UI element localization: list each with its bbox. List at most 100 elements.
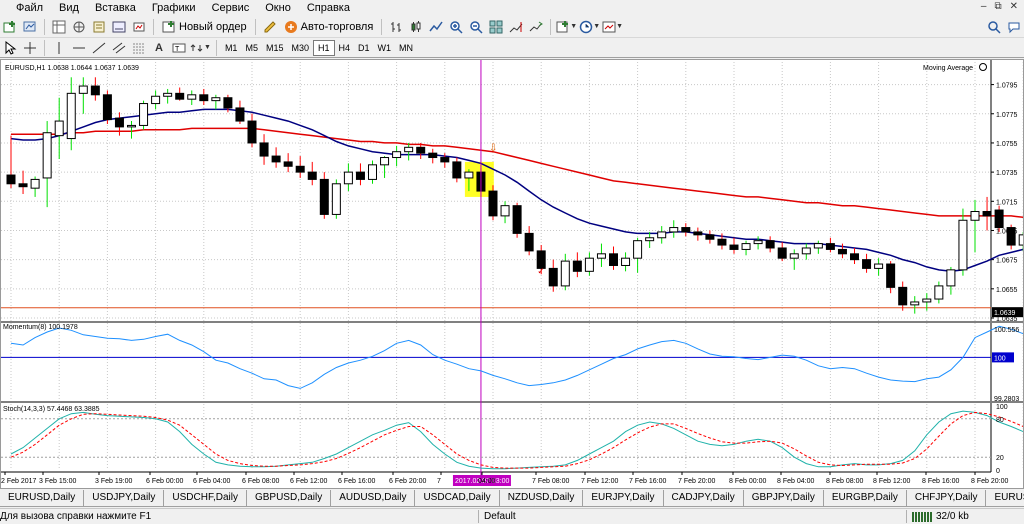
candle bbox=[355, 171, 365, 180]
search-button[interactable] bbox=[985, 18, 1003, 36]
periods-button[interactable]: ▼ bbox=[579, 18, 600, 36]
candle bbox=[500, 205, 510, 217]
community-button[interactable] bbox=[1005, 18, 1023, 36]
timeframe-mn[interactable]: MN bbox=[395, 40, 417, 56]
candle bbox=[693, 231, 703, 236]
arrows-button[interactable]: ▼ bbox=[190, 39, 211, 57]
candle bbox=[837, 248, 847, 255]
chart-tab[interactable]: GBPUSD,Daily bbox=[246, 490, 332, 507]
restore-icon[interactable]: ⧉ bbox=[994, 1, 1001, 12]
profiles-button[interactable] bbox=[21, 18, 39, 36]
auto-trading-button[interactable]: Авто-торговля bbox=[280, 18, 378, 36]
cursor-button[interactable] bbox=[1, 39, 19, 57]
zoom-out-icon bbox=[470, 20, 483, 34]
timeframe-m5[interactable]: M5 bbox=[241, 40, 262, 56]
chart-tab[interactable]: USDJPY,Daily bbox=[84, 490, 165, 507]
data-window-button[interactable] bbox=[90, 18, 108, 36]
menu-insert[interactable]: Вставка bbox=[87, 0, 144, 16]
time-axis-label: 6 Feb 08:00 bbox=[242, 478, 279, 485]
status-bar: Для вызова справки нажмите F1 Default 32… bbox=[0, 508, 1024, 524]
menu-file[interactable]: Файл bbox=[0, 0, 51, 16]
chart-tab[interactable]: USDCAD,Daily bbox=[415, 490, 500, 507]
market-watch-button[interactable] bbox=[50, 18, 68, 36]
candle bbox=[946, 269, 956, 287]
chart-tabs: EURUSD,Daily USDJPY,Daily USDCHF,Daily GBPU… bbox=[0, 490, 1024, 508]
crosshair-button[interactable] bbox=[21, 39, 39, 57]
new-order-label: Новый ордер bbox=[179, 20, 247, 33]
chart-tab[interactable]: EURGBP,Daily bbox=[823, 490, 907, 507]
connection-status-icon bbox=[912, 512, 932, 522]
chart-tab[interactable]: AUDUSD,Daily bbox=[331, 490, 416, 507]
candle bbox=[187, 94, 197, 100]
candle bbox=[609, 253, 618, 266]
navigator-icon bbox=[73, 21, 85, 32]
menu-help[interactable]: Справка bbox=[299, 0, 358, 16]
fibonacci-button[interactable] bbox=[130, 39, 148, 57]
close-icon[interactable]: ✕ bbox=[1010, 1, 1018, 12]
bar-chart-button[interactable] bbox=[387, 18, 405, 36]
chart-tab[interactable]: EURJPY,Daily bbox=[583, 490, 664, 507]
time-axis-label: 04:00 bbox=[478, 478, 496, 485]
time-axis-label: 7 Feb 08:00 bbox=[532, 478, 569, 485]
timeframe-h1[interactable]: H1 bbox=[313, 39, 335, 56]
text-label-button[interactable]: T bbox=[170, 39, 188, 57]
candle bbox=[54, 120, 64, 137]
candle bbox=[994, 209, 1004, 229]
text-icon: A bbox=[155, 41, 163, 54]
chart-tab[interactable]: CADJPY,Daily bbox=[663, 490, 744, 507]
templates-button[interactable]: ▼ bbox=[602, 18, 623, 36]
chart-tab[interactable]: EURUSD,Daily bbox=[986, 490, 1024, 507]
meta-editor-button[interactable] bbox=[261, 18, 279, 36]
chart-tab[interactable]: EURUSD,Daily bbox=[0, 490, 85, 507]
timeframe-m1[interactable]: M1 bbox=[221, 40, 242, 56]
timeframe-m30[interactable]: M30 bbox=[287, 40, 313, 56]
timeframe-d1[interactable]: D1 bbox=[354, 40, 374, 56]
strategy-tester-button[interactable] bbox=[130, 18, 148, 36]
text-button[interactable]: A bbox=[150, 39, 168, 57]
menu-tools[interactable]: Сервис bbox=[204, 0, 258, 16]
chart-tab[interactable]: NZDUSD,Daily bbox=[499, 490, 584, 507]
candle bbox=[307, 171, 317, 180]
horizontal-line-button[interactable] bbox=[70, 39, 88, 57]
vertical-line-button[interactable] bbox=[50, 39, 68, 57]
toolbar-separator bbox=[44, 39, 45, 56]
candlestick-chart-button[interactable] bbox=[407, 18, 425, 36]
candle bbox=[343, 171, 353, 185]
terminal-button[interactable] bbox=[110, 18, 128, 36]
new-chart-button[interactable] bbox=[1, 18, 19, 36]
close-icon[interactable] bbox=[979, 63, 987, 71]
new-order-button[interactable]: Новый ордер bbox=[158, 18, 251, 36]
chevron-down-icon: ▼ bbox=[570, 23, 578, 30]
chart-canvas[interactable]: 1.07951.07751.07551.07351.07151.06951.06… bbox=[1, 60, 1023, 488]
chart-window[interactable]: 1.07951.07751.07551.07351.07151.06951.06… bbox=[0, 59, 1024, 489]
time-axis-label: 7 Feb 20:00 bbox=[678, 478, 715, 485]
chart-tab[interactable]: CHFJPY,Daily bbox=[906, 490, 987, 507]
timeframe-m15[interactable]: M15 bbox=[262, 40, 288, 56]
chart-tab[interactable]: USDCHF,Daily bbox=[164, 490, 247, 507]
candle bbox=[657, 231, 667, 239]
zoom-out-button[interactable] bbox=[467, 18, 485, 36]
menu-view[interactable]: Вид bbox=[51, 0, 87, 16]
minimize-icon[interactable]: – bbox=[981, 1, 987, 12]
zoom-in-button[interactable] bbox=[447, 18, 465, 36]
channel-button[interactable] bbox=[110, 39, 128, 57]
momentum-label: Momentum(8) 100.1978 bbox=[3, 324, 78, 331]
timeframe-w1[interactable]: W1 bbox=[374, 40, 396, 56]
terminal-icon bbox=[112, 21, 126, 32]
candle bbox=[813, 243, 823, 249]
tile-windows-button[interactable] bbox=[487, 18, 505, 36]
candle bbox=[78, 85, 88, 94]
trendline-button[interactable] bbox=[90, 39, 108, 57]
menu-window[interactable]: Окно bbox=[257, 0, 299, 16]
navigator-button[interactable] bbox=[70, 18, 88, 36]
data-window-icon bbox=[93, 21, 105, 32]
autoscroll-button[interactable] bbox=[527, 18, 545, 36]
chart-tab[interactable]: GBPJPY,Daily bbox=[743, 490, 824, 507]
indicators-button[interactable]: ▼ bbox=[556, 18, 577, 36]
menu-charts[interactable]: Графики bbox=[144, 0, 204, 16]
timeframe-h4[interactable]: H4 bbox=[335, 40, 355, 56]
chart-shift-button[interactable] bbox=[507, 18, 525, 36]
line-chart-button[interactable] bbox=[427, 18, 445, 36]
candle bbox=[886, 263, 896, 288]
toolbar-separator bbox=[44, 18, 45, 35]
